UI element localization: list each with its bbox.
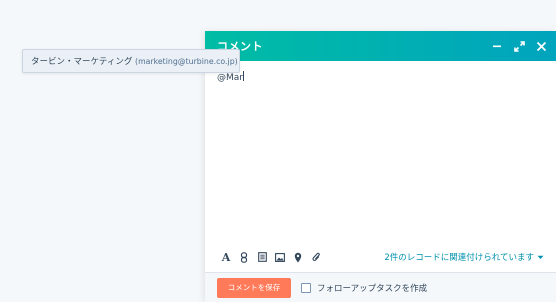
suggestion-email: (marketing@turbine.co.jp) <box>135 57 238 66</box>
follow-up-checkbox[interactable] <box>301 282 311 293</box>
comment-editor[interactable]: @Mar <box>217 71 544 241</box>
chevron-down-icon <box>537 255 544 259</box>
comment-panel: コメント @Mar A 2件のレコードに関連付けられています コメントを保存 フ… <box>205 31 556 302</box>
association-dropdown[interactable]: 2件のレコードに関連付けられています <box>384 251 544 263</box>
image-icon[interactable] <box>271 250 289 264</box>
snippet-icon[interactable] <box>253 250 271 264</box>
text-format-icon[interactable]: A <box>217 250 235 264</box>
close-icon[interactable] <box>534 39 548 53</box>
editor-text: @Mar <box>217 73 243 83</box>
link-icon[interactable] <box>235 250 253 264</box>
follow-up-label[interactable]: フォローアップタスクを作成 <box>317 282 427 294</box>
save-comment-button[interactable]: コメントを保存 <box>217 277 291 298</box>
association-link: 2件のレコードに関連付けられています <box>384 253 534 263</box>
expand-icon[interactable] <box>512 39 526 53</box>
page-background <box>0 0 205 302</box>
location-icon[interactable] <box>289 250 307 264</box>
window-controls <box>490 39 548 53</box>
text-caret <box>242 71 244 81</box>
panel-footer: コメントを保存 フォローアップタスクを作成 <box>205 273 556 302</box>
minimize-icon[interactable] <box>490 39 504 53</box>
mention-suggestion[interactable]: タービン・マーケティング (marketing@turbine.co.jp) <box>22 49 240 73</box>
attachment-icon[interactable] <box>307 250 325 264</box>
editor-toolbar: A 2件のレコードに関連付けられています <box>205 249 556 265</box>
suggestion-name: タービン・マーケティング <box>31 57 133 67</box>
follow-up-task-option: フォローアップタスクを作成 <box>301 282 427 294</box>
panel-header: コメント <box>205 31 556 61</box>
